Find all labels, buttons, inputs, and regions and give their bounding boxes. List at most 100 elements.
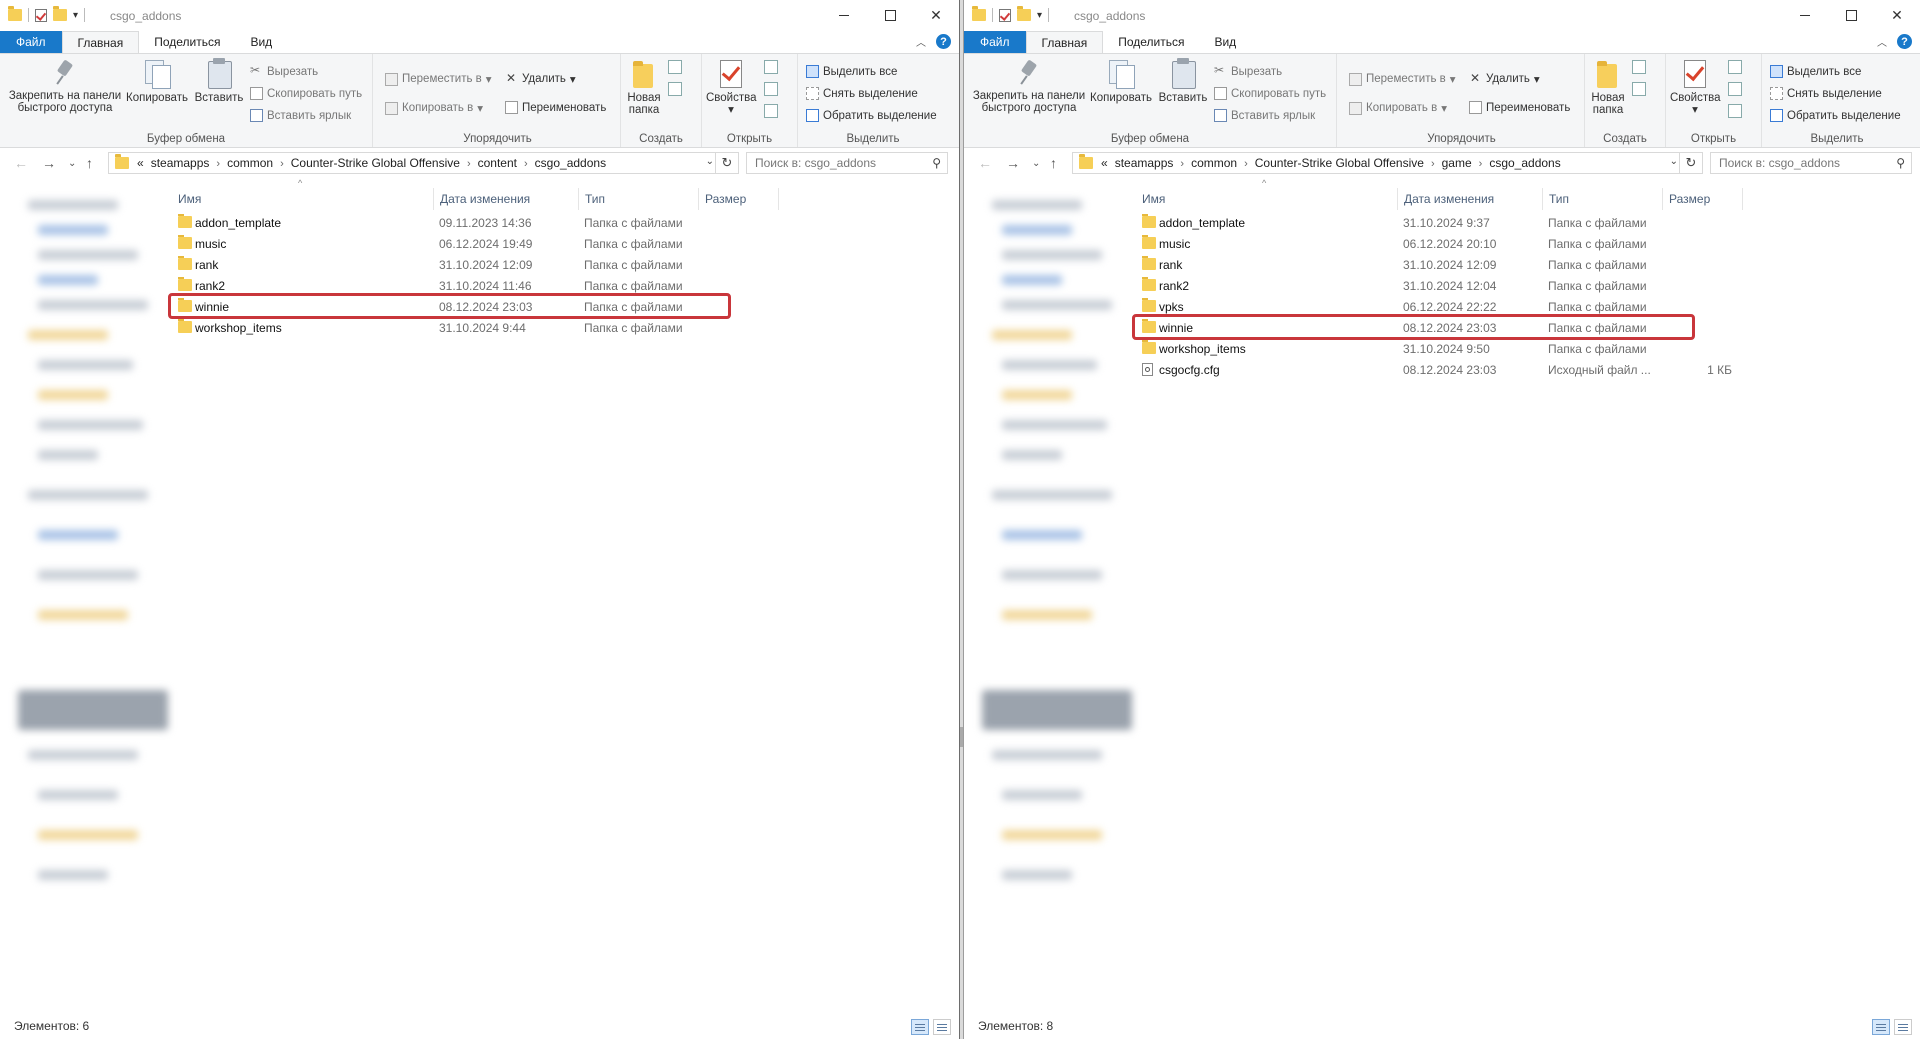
invert-selection-button[interactable]: Обратить выделение <box>806 109 937 122</box>
invert-selection-button[interactable]: Обратить выделение <box>1770 109 1901 122</box>
file-row[interactable]: rank 31.10.2024 12:09 Папка с файлами <box>172 254 772 275</box>
copy-to-button[interactable]: Копировать в ▾ <box>1349 101 1447 115</box>
breadcrumb-separator-icon[interactable]: › <box>1180 158 1184 170</box>
forward-arrow-icon[interactable]: → <box>1006 155 1020 171</box>
new-item-icon[interactable] <box>668 60 682 74</box>
pin-quick-access-button[interactable]: Закрепить на панели быстрого доступа <box>6 58 124 114</box>
tab-share[interactable]: Поделиться <box>1103 31 1199 53</box>
tab-home[interactable]: Главная <box>1025 31 1104 53</box>
properties-button[interactable]: Свойства ▾ <box>706 58 757 116</box>
large-icons-view-icon[interactable] <box>1894 1019 1912 1035</box>
copy-path-button[interactable]: Скопировать путь <box>250 87 362 100</box>
help-icon[interactable]: ? <box>936 34 951 49</box>
help-icon[interactable]: ? <box>1897 34 1912 49</box>
new-folder-button[interactable]: Новая папка <box>625 58 663 116</box>
easy-access-icon[interactable] <box>1632 82 1646 96</box>
breadcrumb-item[interactable]: content <box>478 156 517 170</box>
file-row[interactable]: addon_template 31.10.2024 9:37 Папка с фай… <box>1136 212 1736 233</box>
up-arrow-icon[interactable]: ↑ <box>1050 155 1057 171</box>
collapse-ribbon-chevron-up-icon[interactable]: ︿ <box>1877 34 1887 49</box>
cut-button[interactable]: Вырезать <box>250 63 318 78</box>
close-button[interactable]: ✕ <box>1874 0 1920 30</box>
properties-button[interactable]: Свойства ▾ <box>1670 58 1721 116</box>
select-none-button[interactable]: Снять выделение <box>806 87 918 100</box>
open-icon[interactable] <box>1728 60 1742 74</box>
tab-file[interactable]: Файл <box>0 31 62 53</box>
column-date[interactable]: Дата изменения <box>1398 188 1543 210</box>
breadcrumb-separator-icon[interactable]: › <box>1244 158 1248 170</box>
minimize-button[interactable] <box>821 0 867 30</box>
navigation-pane[interactable] <box>8 190 168 930</box>
history-icon[interactable] <box>764 104 778 118</box>
maximize-button[interactable] <box>1828 0 1874 30</box>
details-view-icon[interactable] <box>1872 1019 1890 1035</box>
new-folder-button[interactable]: Новая папка <box>1589 58 1627 116</box>
refresh-icon[interactable]: ↻ <box>1679 153 1702 173</box>
breadcrumb-separator-icon[interactable]: › <box>1479 158 1483 170</box>
file-row[interactable]: workshop_items 31.10.2024 9:44 Папка с фай… <box>172 317 772 338</box>
cut-button[interactable]: Вырезать <box>1214 63 1282 78</box>
forward-arrow-icon[interactable]: → <box>42 155 56 171</box>
breadcrumb-separator-icon[interactable]: › <box>524 158 528 170</box>
tab-view[interactable]: Вид <box>1199 31 1251 53</box>
details-view-icon[interactable] <box>911 1019 929 1035</box>
delete-button[interactable]: Удалить▾ <box>1469 71 1540 87</box>
breadcrumb-item[interactable]: steamapps <box>151 156 210 170</box>
breadcrumb-separator-icon[interactable]: › <box>1431 158 1435 170</box>
pin-quick-access-button[interactable]: Закрепить на панели быстрого доступа <box>970 58 1088 114</box>
breadcrumb-item[interactable]: csgo_addons <box>535 156 606 170</box>
customize-toolbar-chevron-icon[interactable]: ▾ <box>73 10 78 21</box>
column-size[interactable]: Размер <box>1663 188 1743 210</box>
tab-view[interactable]: Вид <box>235 31 287 53</box>
breadcrumb-separator-icon[interactable]: › <box>467 158 471 170</box>
recent-locations-chevron-down-icon[interactable]: ⌄ <box>68 158 76 169</box>
column-name[interactable]: Имя <box>1136 188 1398 210</box>
copy-button[interactable]: Копировать <box>1090 58 1152 104</box>
customize-toolbar-chevron-icon[interactable]: ▾ <box>1037 10 1042 21</box>
column-size[interactable]: Размер <box>699 188 779 210</box>
rename-button[interactable]: Переименовать <box>505 101 606 114</box>
back-arrow-icon[interactable]: ← <box>978 155 992 171</box>
column-name[interactable]: Имя <box>172 188 434 210</box>
file-row[interactable]: csgocfg.cfg 08.12.2024 23:03 Исходный файл… <box>1136 359 1736 380</box>
breadcrumb-item[interactable]: csgo_addons <box>1489 156 1560 170</box>
file-row[interactable]: rank2 31.10.2024 12:04 Папка с файлами <box>1136 275 1736 296</box>
move-to-button[interactable]: Переместить в ▾ <box>1349 72 1456 86</box>
tab-share[interactable]: Поделиться <box>139 31 235 53</box>
new-item-icon[interactable] <box>1632 60 1646 74</box>
recent-locations-chevron-down-icon[interactable]: ⌄ <box>1032 158 1040 169</box>
breadcrumb-item[interactable]: common <box>1191 156 1237 170</box>
minimize-button[interactable] <box>1782 0 1828 30</box>
copy-path-button[interactable]: Скопировать путь <box>1214 87 1326 100</box>
address-history-chevron-down-icon[interactable]: ⌄ <box>706 156 714 167</box>
paste-button[interactable]: Вставить <box>192 58 246 104</box>
breadcrumb-separator-icon[interactable]: › <box>280 158 284 170</box>
tab-home[interactable]: Главная <box>61 31 140 53</box>
breadcrumb-overflow[interactable]: « <box>1101 156 1108 170</box>
properties-quick-icon[interactable] <box>999 8 1011 22</box>
delete-button[interactable]: Удалить▾ <box>505 71 576 87</box>
file-row[interactable]: music 06.12.2024 19:49 Папка с файлами <box>172 233 772 254</box>
search-input[interactable]: Поиск в: csgo_addons ⚲ <box>746 152 948 174</box>
edit-icon[interactable] <box>1728 82 1742 96</box>
column-type[interactable]: Тип <box>1543 188 1663 210</box>
breadcrumb-item[interactable]: game <box>1442 156 1472 170</box>
new-folder-quick-icon[interactable] <box>1017 6 1031 21</box>
file-row[interactable]: music 06.12.2024 20:10 Папка с файлами <box>1136 233 1736 254</box>
paste-shortcut-button[interactable]: Вставить ярлык <box>1214 109 1315 122</box>
collapse-ribbon-chevron-up-icon[interactable]: ︿ <box>916 34 926 49</box>
refresh-icon[interactable]: ↻ <box>715 153 738 173</box>
rename-button[interactable]: Переименовать <box>1469 101 1570 114</box>
file-row[interactable]: addon_template 09.11.2023 14:36 Папка с фа… <box>172 212 772 233</box>
copy-to-button[interactable]: Копировать в ▾ <box>385 101 483 115</box>
breadcrumb-separator-icon[interactable]: › <box>216 158 220 170</box>
address-bar[interactable]: « steamapps › common › Counter-Strike Global… <box>108 152 739 174</box>
large-icons-view-icon[interactable] <box>933 1019 951 1035</box>
address-history-chevron-down-icon[interactable]: ⌄ <box>1670 156 1678 167</box>
select-none-button[interactable]: Снять выделение <box>1770 87 1882 100</box>
up-arrow-icon[interactable]: ↑ <box>86 155 93 171</box>
breadcrumb-item[interactable]: steamapps <box>1115 156 1174 170</box>
tab-file[interactable]: Файл <box>964 31 1026 53</box>
history-icon[interactable] <box>1728 104 1742 118</box>
select-all-button[interactable]: Выделить все <box>806 65 897 78</box>
